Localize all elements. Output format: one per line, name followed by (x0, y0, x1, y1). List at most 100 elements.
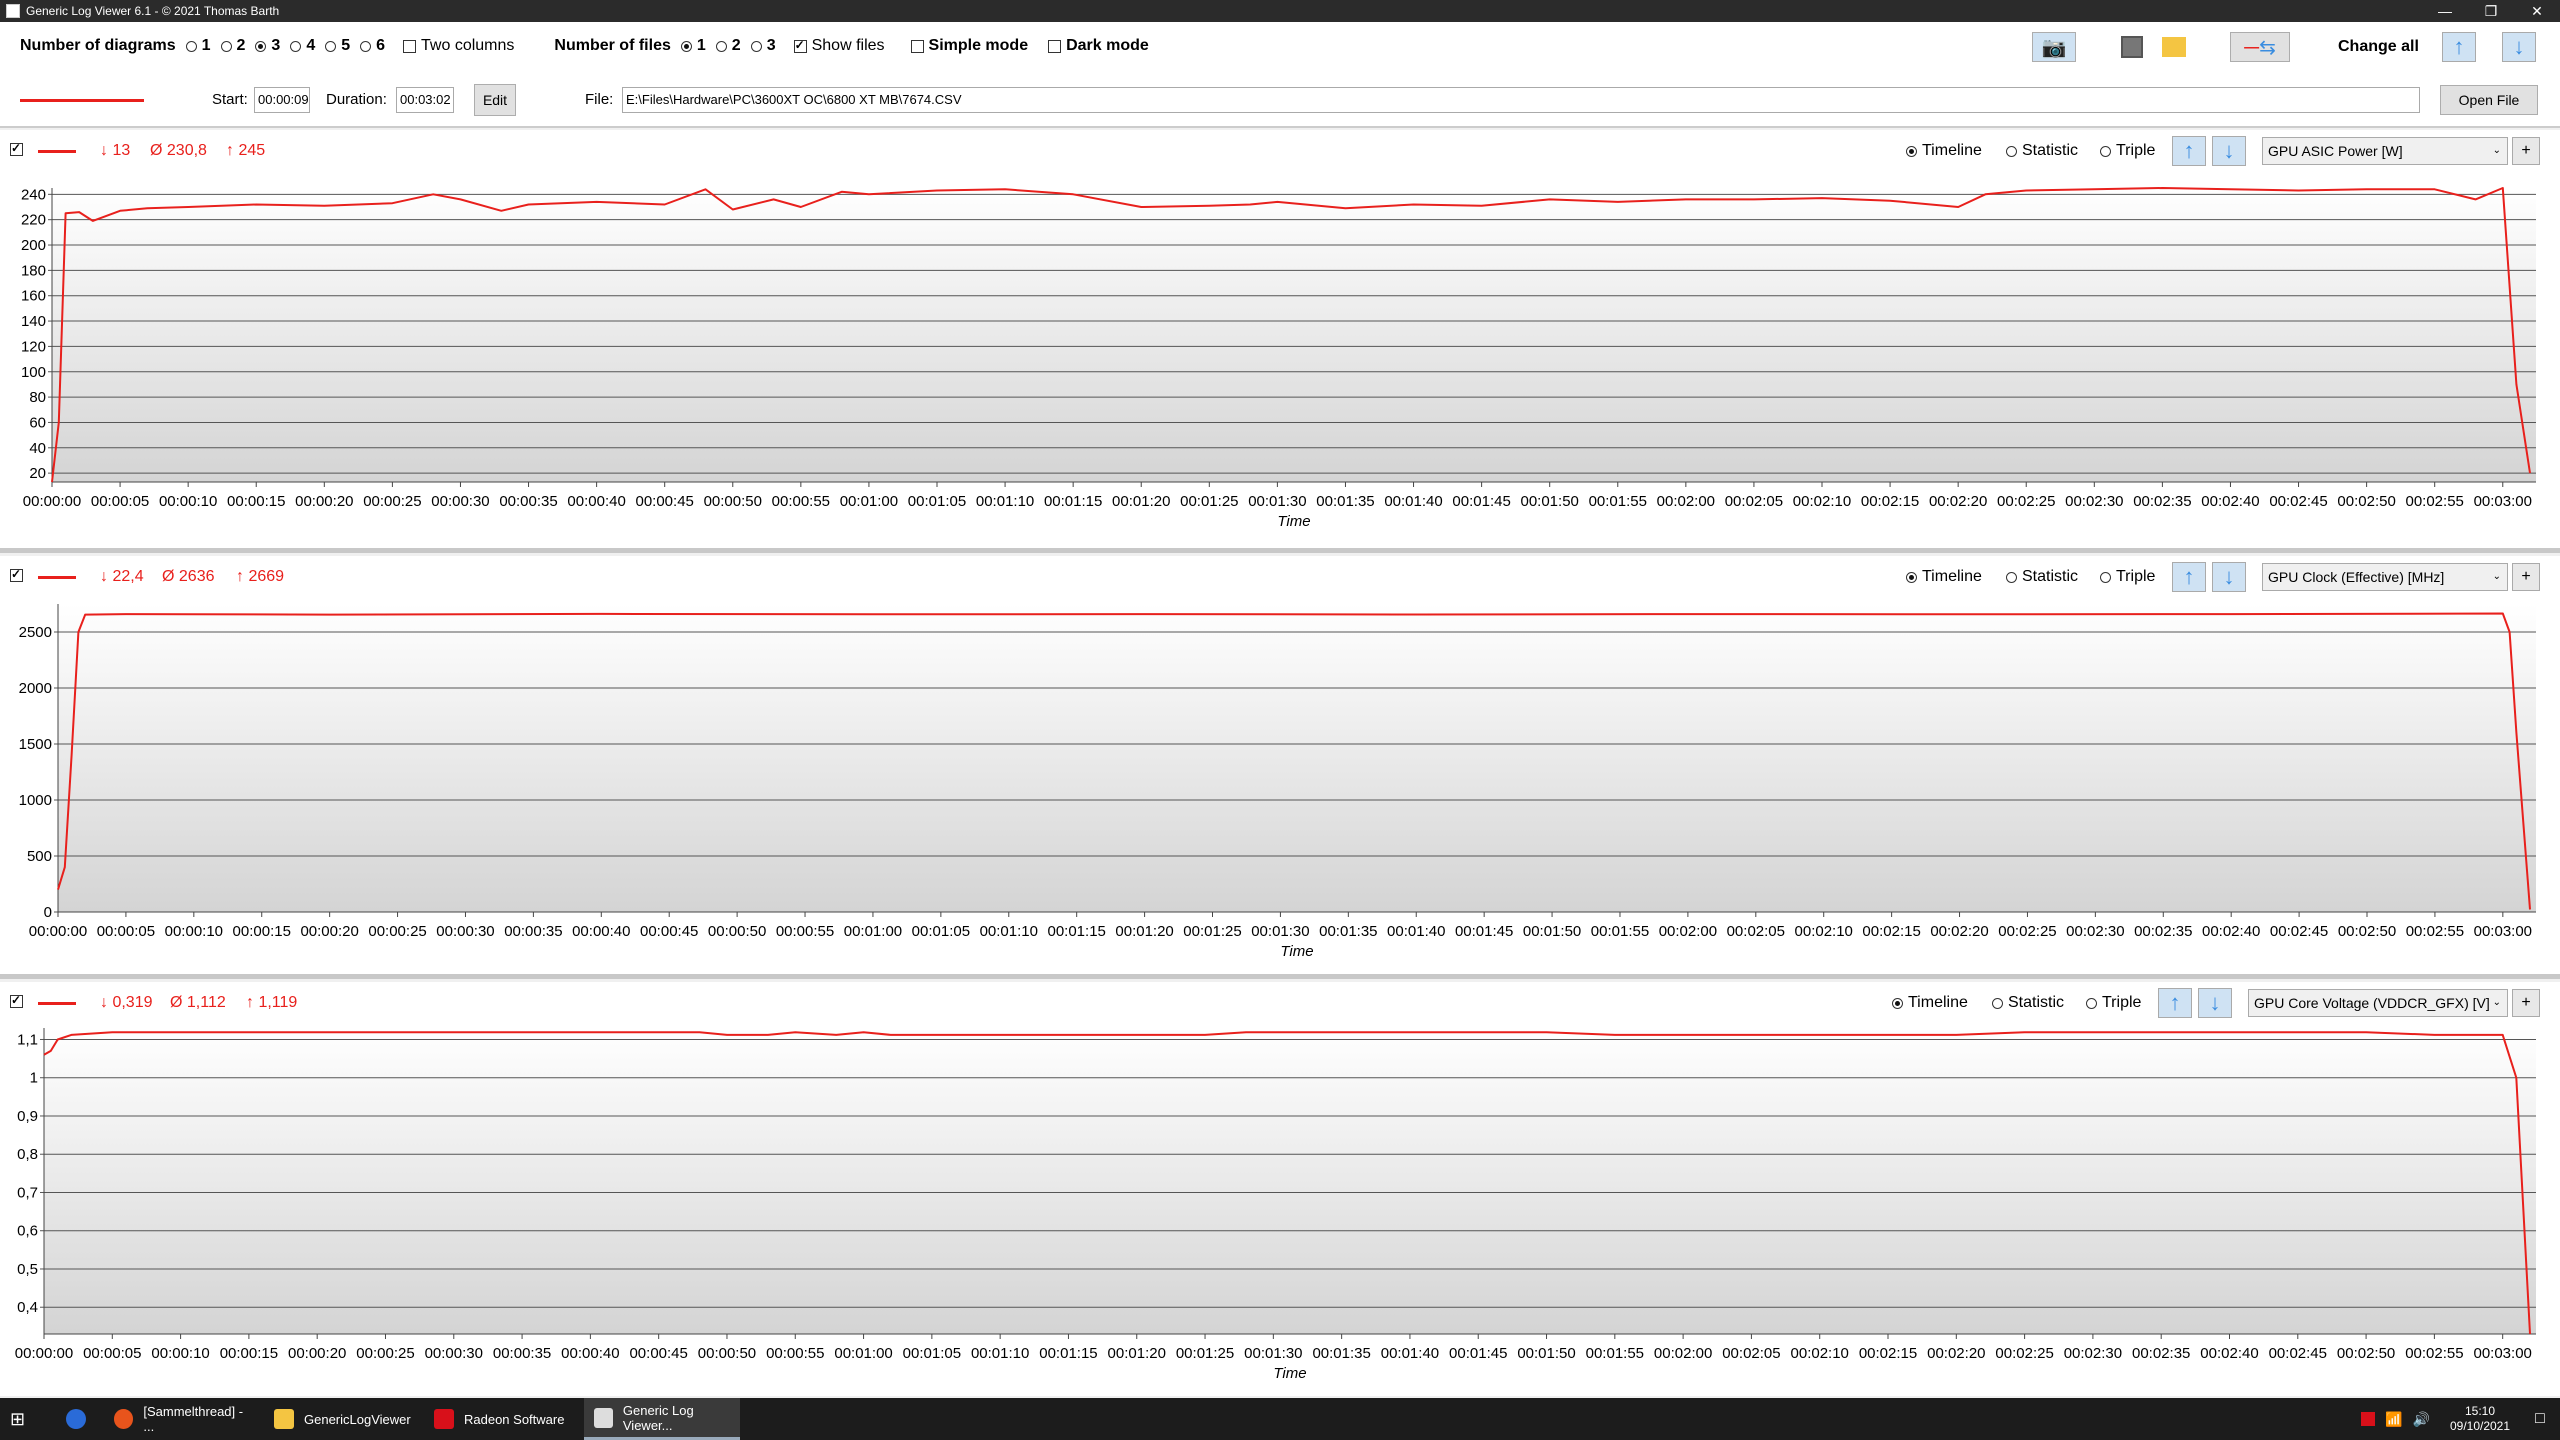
y-tick-label: 2000 (19, 680, 52, 697)
chat-button[interactable] (56, 1398, 102, 1440)
x-tick-label: 00:00:35 (504, 923, 562, 940)
x-tick-label: 00:00:25 (356, 1345, 414, 1362)
start-button[interactable]: ⊞ (0, 1398, 46, 1440)
x-tick-label: 00:03:00 (2473, 1345, 2531, 1362)
x-tick-label: 00:00:10 (165, 923, 223, 940)
file-count-group: 1 2 3 (671, 37, 776, 55)
x-tick-label: 00:01:15 (1047, 923, 1105, 940)
edit-button[interactable]: Edit (474, 84, 516, 116)
x-tick-label: 00:01:10 (980, 923, 1038, 940)
file-path-field[interactable]: E:\Files\Hardware\PC\3600XT OC\6800 XT M… (622, 87, 2420, 113)
diagram-radio-6[interactable] (360, 40, 372, 52)
x-tick-label: 00:01:50 (1520, 493, 1578, 510)
x-tick-label: 00:01:00 (844, 923, 902, 940)
move-all-down-button[interactable]: ↓ (2502, 32, 2536, 62)
two-columns-checkbox[interactable] (403, 39, 417, 53)
close-button[interactable]: ✕ (2514, 0, 2560, 22)
diagram-radio-5[interactable] (325, 40, 337, 52)
y-tick-label: 120 (21, 338, 46, 355)
x-tick-label: 00:00:40 (572, 923, 630, 940)
screenshot-button[interactable]: 📷 (2032, 32, 2076, 62)
dark-mode-checkbox[interactable] (1048, 39, 1062, 53)
camera-icon: 📷 (2041, 36, 2067, 59)
x-tick-label: 00:00:50 (708, 923, 766, 940)
file-radio-2[interactable] (715, 40, 727, 52)
show-files-checkbox[interactable] (793, 38, 807, 53)
x-tick-label: 00:01:50 (1523, 923, 1581, 940)
save-button[interactable] (2118, 32, 2146, 62)
move-all-up-button[interactable]: ↑ (2442, 32, 2476, 62)
x-tick-label: 00:01:35 (1319, 923, 1377, 940)
speaker-icon[interactable]: 🔊 (2413, 1411, 2430, 1428)
file-radio-3[interactable] (750, 40, 762, 52)
task-generic-log-viewer[interactable]: Generic Log Viewer... (584, 1398, 740, 1440)
x-tick-label: 00:01:25 (1176, 1345, 1234, 1362)
x-tick-label: 00:02:25 (1995, 1345, 2053, 1362)
y-tick-label: 80 (29, 389, 46, 406)
x-tick-label: 00:02:45 (2269, 493, 2327, 510)
x-tick-label: 00:01:55 (1589, 493, 1647, 510)
diagram-panel-1: ↓ 13Ø 230,8↑ 245TimelineStatisticTriple↑… (0, 130, 2560, 548)
diagram-radio-1[interactable] (185, 40, 197, 52)
clock-date: 09/10/2021 (2449, 1419, 2511, 1433)
swap-colors-button[interactable]: — ⇆ (2230, 32, 2290, 62)
notifications-icon[interactable]: □ (2520, 1410, 2560, 1428)
floppy-disk-icon (2121, 36, 2143, 58)
task-genericlogviewer-folder[interactable]: GenericLogViewer (264, 1398, 414, 1440)
task-firefox-label: [Sammelthread] - ... (143, 1404, 244, 1434)
x-tick-label: 00:01:35 (1316, 493, 1374, 510)
line-chart[interactable]: 240 220 200 180 160 140 120 100 80 60 40 20 00:00:00… (0, 130, 2560, 548)
clock[interactable]: 15:10 09/10/2021 (2440, 1404, 2520, 1434)
y-tick-label: 1,1 (17, 1031, 38, 1048)
duration-field[interactable]: 00:03:02 (396, 87, 454, 113)
diagram-radio-4[interactable] (290, 40, 302, 52)
network-icon[interactable]: 📶 (2385, 1411, 2402, 1428)
diagram-label-1: 1 (201, 37, 211, 54)
file-radio-1[interactable] (680, 40, 692, 52)
x-tick-label: 00:02:05 (1725, 493, 1783, 510)
diagram-radio-3[interactable] (255, 40, 267, 52)
open-folder-button[interactable] (2160, 32, 2188, 62)
x-tick-label: 00:00:35 (499, 493, 557, 510)
x-tick-label: 00:02:10 (1795, 923, 1853, 940)
simple-mode-checkbox[interactable] (910, 39, 924, 53)
x-axis-label: Time (1280, 943, 1313, 960)
y-tick-label: 0,4 (17, 1299, 38, 1316)
minimize-button[interactable]: — (2422, 0, 2468, 22)
line-chart[interactable]: 2500 2000 1500 1000 500 0 00:00:00 00:00:05 00:0… (0, 556, 2560, 974)
diagram-radio-2[interactable] (220, 40, 232, 52)
x-tick-label: 00:01:20 (1115, 923, 1173, 940)
x-tick-label: 00:00:30 (436, 923, 494, 940)
series-color-line[interactable] (20, 99, 144, 102)
x-tick-label: 00:02:50 (2337, 493, 2395, 510)
x-tick-label: 00:01:25 (1180, 493, 1238, 510)
task-radeon-software[interactable]: Radeon Software (424, 1398, 574, 1440)
maximize-button[interactable]: ❐ (2468, 0, 2514, 22)
change-all-label: Change all (2338, 38, 2419, 55)
x-tick-label: 00:00:15 (233, 923, 291, 940)
x-tick-label: 00:01:50 (1517, 1345, 1575, 1362)
task-firefox[interactable]: [Sammelthread] - ... (104, 1398, 254, 1440)
taskbar: ⊞ [Sammelthread] - ... GenericLogViewer … (0, 1398, 2560, 1440)
x-tick-label: 00:00:40 (561, 1345, 619, 1362)
panel-splitter[interactable] (0, 974, 2560, 979)
x-tick-label: 00:02:25 (1997, 493, 2055, 510)
start-time-field[interactable]: 00:00:09 (254, 87, 310, 113)
diagram-label-5: 5 (341, 37, 351, 54)
x-tick-label: 00:00:55 (772, 493, 830, 510)
amd-tray-icon[interactable] (2361, 1412, 2376, 1426)
open-file-button[interactable]: Open File (2440, 85, 2538, 115)
x-tick-label: 00:02:50 (2337, 1345, 2395, 1362)
two-columns-label: Two columns (421, 37, 515, 54)
swap-icon: — (2244, 38, 2260, 56)
y-tick-label: 0,8 (17, 1146, 38, 1163)
x-tick-label: 00:00:30 (425, 1345, 483, 1362)
x-tick-label: 00:01:40 (1384, 493, 1442, 510)
line-chart[interactable]: 1,1 1 0,9 0,8 0,7 0,6 0,5 0,4 00:00:00 00:00:05 00… (0, 982, 2560, 1396)
x-tick-label: 00:01:05 (908, 493, 966, 510)
file-label-3: 3 (766, 37, 776, 54)
diagram-label-6: 6 (376, 37, 386, 54)
x-tick-label: 00:00:45 (629, 1345, 687, 1362)
panel-splitter[interactable] (0, 548, 2560, 553)
x-tick-label: 00:02:30 (2066, 923, 2124, 940)
